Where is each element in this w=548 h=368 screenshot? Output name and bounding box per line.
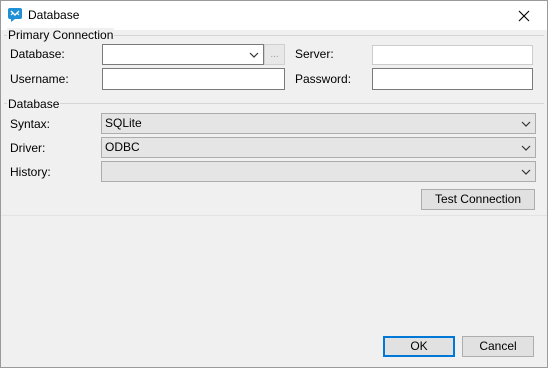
syntax-select[interactable]: SQLite (101, 113, 536, 134)
primary-connection-legend: Primary Connection (7, 28, 115, 42)
chevron-down-icon (521, 145, 531, 151)
username-label: Username: (10, 72, 69, 86)
password-label: Password: (295, 72, 352, 86)
ok-button[interactable]: OK (383, 336, 455, 357)
driver-value: ODBC (105, 140, 140, 154)
database-label: Database: (10, 47, 65, 61)
chevron-down-icon (249, 52, 259, 58)
server-label: Server: (295, 47, 334, 61)
window-title: Database (28, 8, 80, 22)
syntax-value: SQLite (105, 116, 142, 130)
close-icon (518, 10, 530, 21)
database-dialog: Database Primary Connection Database: ..… (0, 0, 548, 368)
database-legend: Database (7, 97, 61, 111)
database-combo[interactable] (102, 44, 264, 65)
syntax-label: Syntax: (10, 117, 51, 131)
driver-select[interactable]: ODBC (101, 137, 536, 158)
chevron-down-icon (521, 121, 531, 127)
app-icon (8, 8, 22, 22)
history-select[interactable] (101, 161, 536, 182)
panel-divider (1, 215, 547, 216)
cancel-button[interactable]: Cancel (462, 336, 534, 357)
chevron-down-icon (521, 169, 531, 175)
username-field[interactable] (102, 68, 285, 90)
history-label: History: (10, 165, 51, 179)
server-field[interactable] (372, 45, 533, 65)
test-connection-button[interactable]: Test Connection (421, 189, 535, 210)
title-bar: Database (1, 1, 547, 30)
browse-button[interactable]: ... (264, 44, 285, 65)
driver-label: Driver: (10, 141, 46, 155)
password-field[interactable] (372, 68, 533, 90)
close-button[interactable] (501, 1, 547, 30)
